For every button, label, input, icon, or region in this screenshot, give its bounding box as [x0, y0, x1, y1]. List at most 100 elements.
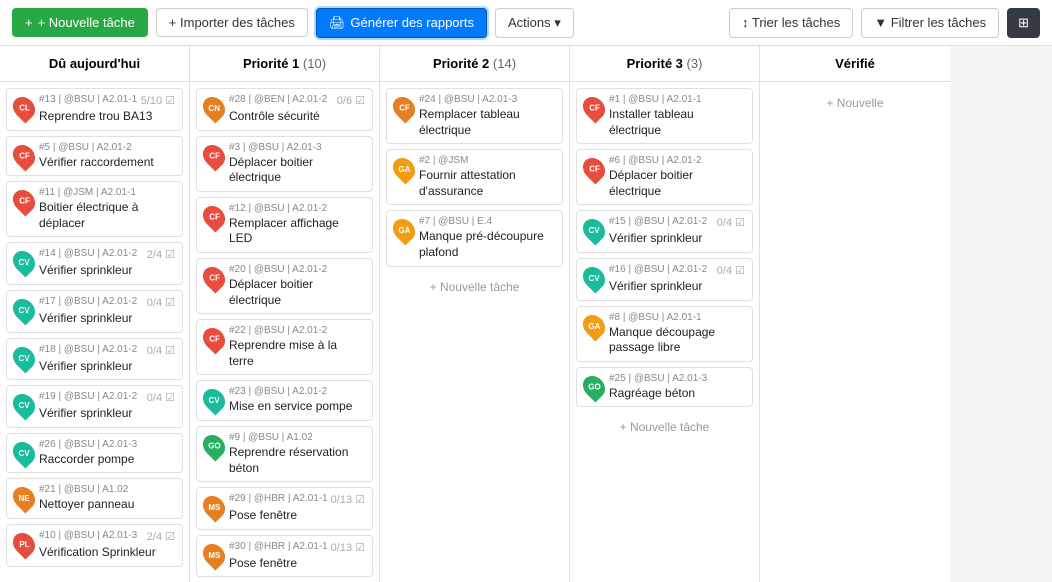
- card-title: Reprendre réservation béton: [229, 445, 365, 476]
- new-task-priority2[interactable]: + Nouvelle tâche: [386, 272, 563, 302]
- task-card[interactable]: CV #26 | @BSU | A2.01-3 Raccorder pompe: [6, 433, 183, 474]
- actions-button[interactable]: Actions ▾: [495, 8, 574, 38]
- card-title: Remplacer tableau électrique: [419, 107, 555, 138]
- task-card[interactable]: CV #17 | @BSU | A2.01-2 0/4 ☑ Vérifier s…: [6, 290, 183, 333]
- card-meta: #17 | @BSU | A2.01-2 0/4 ☑: [39, 296, 175, 309]
- grid-view-button[interactable]: ⊞: [1007, 8, 1040, 38]
- card-title: Reprendre mise à la terre: [229, 338, 365, 369]
- card-meta: #3 | @BSU | A2.01-3: [229, 142, 365, 153]
- task-card[interactable]: GO #25 | @BSU | A2.01-3 Ragréage béton: [576, 367, 753, 408]
- board: Dû aujourd'hui CL #13 | @BSU | A2.01-1 5…: [0, 46, 1052, 582]
- card-meta: #26 | @BSU | A2.01-3: [39, 439, 175, 450]
- task-pin: CV: [8, 390, 39, 421]
- column-body-today: CL #13 | @BSU | A2.01-1 5/10 ☑ Reprendre…: [0, 82, 189, 582]
- task-card[interactable]: PL #10 | @BSU | A2.01-3 2/4 ☑ Vérificati…: [6, 524, 183, 567]
- task-pin: CL: [8, 92, 39, 123]
- task-card[interactable]: CF #11 | @JSM | A2.01-1 Boitier électriq…: [6, 181, 183, 237]
- task-card[interactable]: CF #1 | @BSU | A2.01-1 Installer tableau…: [576, 88, 753, 144]
- import-button[interactable]: + Importer des tâches: [156, 8, 308, 37]
- card-inner: CF #24 | @BSU | A2.01-3 Remplacer tablea…: [394, 94, 555, 138]
- card-title: Remplacer affichage LED: [229, 216, 365, 247]
- column-header-priority3: Priorité 3 (3): [570, 46, 759, 82]
- card-progress: 0/4 ☑: [147, 296, 175, 309]
- task-card[interactable]: CV #19 | @BSU | A2.01-2 0/4 ☑ Vérifier s…: [6, 385, 183, 428]
- card-progress: 0/6 ☑: [337, 94, 365, 107]
- new-task-verifie[interactable]: + Nouvelle: [766, 88, 944, 118]
- card-meta: #8 | @BSU | A2.01-1: [609, 312, 745, 323]
- toolbar-right: ↕ Trier les tâches ▼ Filtrer les tâches …: [729, 8, 1040, 38]
- column-header-priority1: Priorité 1 (10): [190, 46, 379, 82]
- task-pin: CV: [578, 215, 609, 246]
- task-card[interactable]: NE #21 | @BSU | A1.02 Nettoyer panneau: [6, 478, 183, 519]
- column-header-verifie: Vérifié: [760, 46, 950, 82]
- task-card[interactable]: CV #23 | @BSU | A2.01-2 Mise en service …: [196, 380, 373, 421]
- card-title: Contrôle sécurité: [229, 109, 365, 125]
- column-header-priority2: Priorité 2 (14): [380, 46, 569, 82]
- card-inner: CL #13 | @BSU | A2.01-1 5/10 ☑ Reprendre…: [14, 94, 175, 125]
- column-label: Priorité 2: [433, 56, 489, 71]
- card-meta: #20 | @BSU | A2.01-2: [229, 264, 365, 275]
- card-meta: #19 | @BSU | A2.01-2 0/4 ☑: [39, 391, 175, 404]
- card-progress: 2/4 ☑: [147, 248, 175, 261]
- sort-button[interactable]: ↕ Trier les tâches: [729, 8, 853, 38]
- card-progress: 0/4 ☑: [147, 344, 175, 357]
- task-card[interactable]: GO #9 | @BSU | A1.02 Reprendre réservati…: [196, 426, 373, 482]
- task-card[interactable]: MS #30 | @HBR | A2.01-1 0/13 ☑ Pose fenê…: [196, 535, 373, 578]
- task-card[interactable]: GA #7 | @BSU | E.4 Manque pré-découpure …: [386, 210, 563, 266]
- task-card[interactable]: CF #12 | @BSU | A2.01-2 Remplacer affich…: [196, 197, 373, 253]
- column-body-priority2: CF #24 | @BSU | A2.01-3 Remplacer tablea…: [380, 82, 569, 582]
- task-pin: CV: [8, 437, 39, 468]
- card-title: Pose fenêtre: [229, 508, 365, 524]
- task-card[interactable]: CF #20 | @BSU | A2.01-2 Déplacer boitier…: [196, 258, 373, 314]
- card-progress: 5/10 ☑: [141, 94, 175, 107]
- task-card[interactable]: MS #29 | @HBR | A2.01-1 0/13 ☑ Pose fenê…: [196, 487, 373, 530]
- card-inner: CV #26 | @BSU | A2.01-3 Raccorder pompe: [14, 439, 175, 468]
- card-title: Déplacer boitier électrique: [609, 168, 745, 199]
- card-title: Fournir attestation d'assurance: [419, 168, 555, 199]
- column-count: (10): [303, 56, 326, 71]
- new-task-priority3[interactable]: + Nouvelle tâche: [576, 412, 753, 442]
- task-pin: CF: [198, 140, 229, 171]
- card-meta: #1 | @BSU | A2.01-1: [609, 94, 745, 105]
- task-pin: MS: [198, 492, 229, 523]
- card-inner: GA #2 | @JSM Fournir attestation d'assur…: [394, 155, 555, 199]
- task-pin: CN: [198, 92, 229, 123]
- new-task-today[interactable]: + Nouvelle tâche: [6, 572, 183, 582]
- task-card[interactable]: CN #28 | @BEN | A2.01-2 0/6 ☑ Contrôle s…: [196, 88, 373, 131]
- task-card[interactable]: CF #24 | @BSU | A2.01-3 Remplacer tablea…: [386, 88, 563, 144]
- task-card[interactable]: GA #8 | @BSU | A2.01-1 Manque découpage …: [576, 306, 753, 362]
- task-card[interactable]: CF #22 | @BSU | A2.01-2 Reprendre mise à…: [196, 319, 373, 375]
- card-inner: GA #8 | @BSU | A2.01-1 Manque découpage …: [584, 312, 745, 356]
- card-meta: #12 | @BSU | A2.01-2: [229, 203, 365, 214]
- card-title: Vérifier sprinkleur: [39, 311, 175, 327]
- task-card[interactable]: CV #16 | @BSU | A2.01-2 0/4 ☑ Vérifier s…: [576, 258, 753, 301]
- card-inner: CF #12 | @BSU | A2.01-2 Remplacer affich…: [204, 203, 365, 247]
- card-meta: #30 | @HBR | A2.01-1 0/13 ☑: [229, 541, 365, 554]
- task-card[interactable]: CF #3 | @BSU | A2.01-3 Déplacer boitier …: [196, 136, 373, 192]
- card-inner: MS #30 | @HBR | A2.01-1 0/13 ☑ Pose fenê…: [204, 541, 365, 572]
- task-card[interactable]: CV #18 | @BSU | A2.01-2 0/4 ☑ Vérifier s…: [6, 338, 183, 381]
- task-card[interactable]: CF #6 | @BSU | A2.01-2 Déplacer boitier …: [576, 149, 753, 205]
- column-label: Vérifié: [835, 56, 875, 71]
- card-title: Vérifier sprinkleur: [39, 263, 175, 279]
- generate-reports-button[interactable]: 🖨 Générer des rapports: [316, 8, 487, 38]
- card-title: Mise en service pompe: [229, 399, 365, 415]
- task-card[interactable]: CL #13 | @BSU | A2.01-1 5/10 ☑ Reprendre…: [6, 88, 183, 131]
- card-inner: CF #1 | @BSU | A2.01-1 Installer tableau…: [584, 94, 745, 138]
- column-header-today: Dû aujourd'hui: [0, 46, 189, 82]
- card-inner: CN #28 | @BEN | A2.01-2 0/6 ☑ Contrôle s…: [204, 94, 365, 125]
- card-progress: 0/4 ☑: [147, 391, 175, 404]
- task-card[interactable]: CF #5 | @BSU | A2.01-2 Vérifier raccorde…: [6, 136, 183, 177]
- card-inner: NE #21 | @BSU | A1.02 Nettoyer panneau: [14, 484, 175, 513]
- card-progress: 0/4 ☑: [717, 264, 745, 277]
- task-pin: CV: [8, 247, 39, 278]
- card-inner: CF #3 | @BSU | A2.01-3 Déplacer boitier …: [204, 142, 365, 186]
- card-title: Boitier électrique à déplacer: [39, 200, 175, 231]
- task-pin: CF: [198, 201, 229, 232]
- task-card[interactable]: CV #14 | @BSU | A2.01-2 2/4 ☑ Vérifier s…: [6, 242, 183, 285]
- task-pin: NE: [8, 483, 39, 514]
- task-card[interactable]: GA #2 | @JSM Fournir attestation d'assur…: [386, 149, 563, 205]
- new-task-button[interactable]: + + Nouvelle tâche: [12, 8, 148, 37]
- task-card[interactable]: CV #15 | @BSU | A2.01-2 0/4 ☑ Vérifier s…: [576, 210, 753, 253]
- filter-button[interactable]: ▼ Filtrer les tâches: [861, 8, 999, 38]
